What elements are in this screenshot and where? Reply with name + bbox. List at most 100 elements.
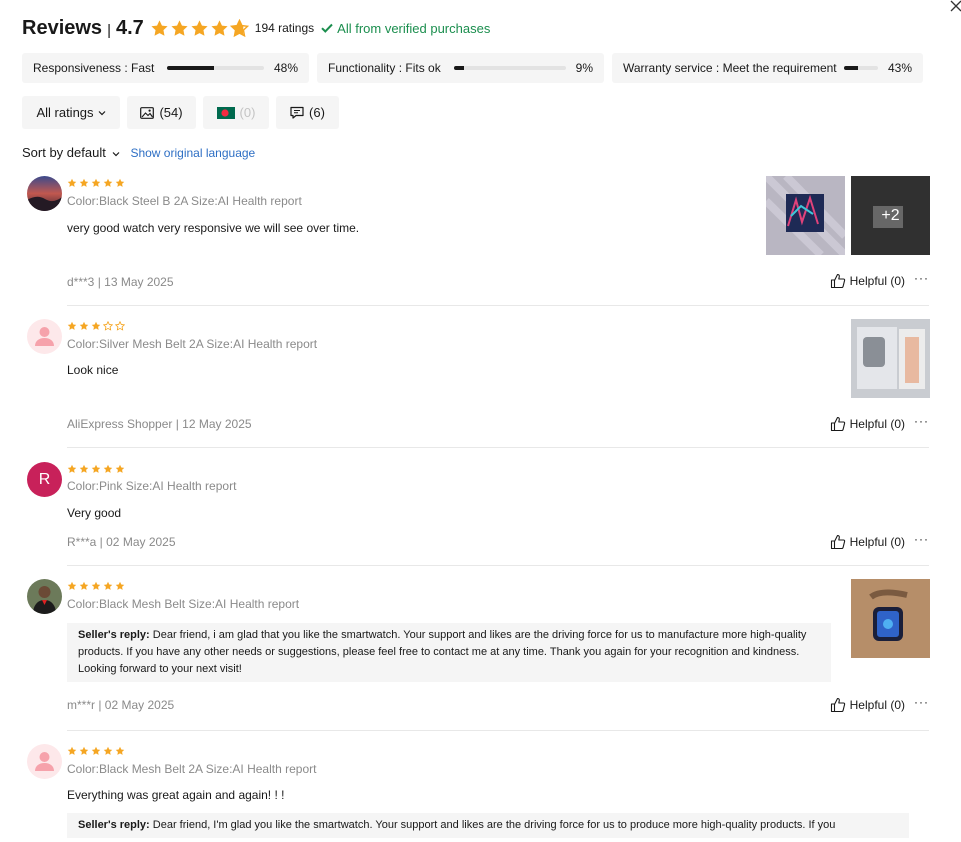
sort-bar: Sort by default Show original language — [22, 145, 255, 160]
review-item: Color:Black Steel B 2A Size:AI Health re… — [22, 174, 930, 292]
more-options-icon[interactable]: ··· — [914, 271, 929, 285]
helpful-label: Helpful (0) — [849, 698, 905, 712]
metric-warranty: Warranty service : Meet the requirement … — [612, 53, 923, 83]
review-photo[interactable] — [851, 319, 930, 398]
helpful-button[interactable]: Helpful (0) — [830, 697, 905, 713]
sort-dropdown[interactable]: Sort by default — [22, 145, 120, 160]
review-photo-more[interactable]: +2 — [851, 176, 930, 255]
review-photo[interactable] — [851, 579, 930, 658]
helpful-button[interactable]: Helpful (0) — [830, 534, 905, 550]
more-options-icon[interactable]: ··· — [914, 695, 929, 709]
helpful-label: Helpful (0) — [849, 417, 905, 431]
review-meta: R***a | 02 May 2025 — [67, 535, 176, 549]
metric-bar — [843, 66, 878, 70]
sort-label: Sort by default — [22, 145, 106, 160]
half-star-icon — [230, 19, 249, 38]
show-original-language-link[interactable]: Show original language — [130, 146, 255, 160]
helpful-label: Helpful (0) — [849, 535, 905, 549]
star-icon — [79, 178, 89, 188]
metric-functionality: Functionality : Fits ok 9% — [317, 53, 604, 83]
star-icon — [170, 19, 189, 38]
star-icon — [79, 321, 89, 331]
verified-text: All from verified purchases — [337, 20, 491, 36]
comments-filter[interactable]: (6) — [276, 96, 339, 129]
average-score: 4.7 — [115, 16, 144, 39]
metric-bar — [167, 66, 264, 70]
more-options-icon[interactable]: ··· — [914, 532, 929, 546]
default-avatar-icon — [27, 319, 62, 354]
avatar: R — [27, 462, 62, 497]
seller-reply-text: Dear friend, i am glad that you like the… — [78, 629, 807, 675]
title-separator: | — [107, 21, 111, 39]
photos-count: (54) — [159, 105, 183, 120]
average-stars — [150, 19, 249, 38]
rating-metrics: Responsiveness : Fast 48% Functionality … — [22, 53, 923, 83]
review-stars — [67, 581, 125, 591]
close-icon[interactable] — [944, 0, 961, 18]
star-icon — [67, 321, 77, 331]
seller-reply: Seller's reply: Dear friend, i am glad t… — [67, 623, 831, 682]
comments-count: (6) — [309, 105, 325, 120]
review-item: R Color:Pink Size:AI Health report Very … — [22, 460, 929, 555]
metric-percent: 48% — [273, 61, 298, 75]
divider — [67, 730, 929, 731]
star-icon — [91, 178, 101, 188]
default-avatar-icon — [27, 744, 62, 779]
checkmark-icon — [321, 23, 333, 33]
review-attributes: Color:Silver Mesh Belt 2A Size:AI Health… — [67, 337, 318, 351]
helpful-button[interactable]: Helpful (0) — [830, 416, 905, 432]
divider — [67, 305, 929, 306]
more-photos-count: +2 — [881, 206, 900, 224]
star-icon — [91, 581, 101, 591]
avatar — [27, 579, 62, 614]
star-icon — [210, 19, 229, 38]
review-stars — [67, 464, 125, 474]
metric-bar-fill — [167, 66, 214, 70]
reviews-title: Reviews — [22, 16, 103, 39]
star-icon — [91, 746, 101, 756]
review-stars — [67, 746, 125, 756]
metric-percent: 43% — [887, 61, 912, 75]
review-text: Look nice — [67, 363, 119, 377]
metric-label: Responsiveness : Fast — [33, 61, 155, 75]
verified-purchases: All from verified purchases — [321, 21, 490, 36]
review-photo[interactable] — [766, 176, 845, 255]
star-icon — [79, 746, 89, 756]
review-meta: AliExpress Shopper | 12 May 2025 — [67, 417, 252, 431]
photos-filter[interactable]: (54) — [127, 96, 196, 129]
review-attributes: Color:Pink Size:AI Health report — [67, 479, 237, 493]
metric-label: Warranty service : Meet the requirement — [623, 61, 837, 75]
all-ratings-filter[interactable]: All ratings — [22, 96, 120, 129]
empty-star-icon — [115, 321, 125, 331]
review-attributes: Color:Black Mesh Belt 2A Size:AI Health … — [67, 762, 317, 776]
star-icon — [103, 746, 113, 756]
thumbs-up-icon — [830, 697, 845, 713]
metric-percent: 9% — [575, 61, 593, 75]
metric-responsiveness: Responsiveness : Fast 48% — [22, 53, 309, 83]
helpful-button[interactable]: Helpful (0) — [830, 273, 905, 289]
star-icon — [79, 464, 89, 474]
review-stars — [67, 178, 125, 188]
review-attributes: Color:Black Steel B 2A Size:AI Health re… — [67, 194, 302, 208]
star-icon — [91, 464, 101, 474]
review-item: Color:Black Mesh Belt Size:AI Health rep… — [22, 577, 930, 717]
review-meta: m***r | 02 May 2025 — [67, 698, 175, 712]
metric-bar-fill — [843, 66, 859, 70]
image-icon — [140, 106, 155, 119]
star-icon — [91, 321, 101, 331]
star-icon — [190, 19, 209, 38]
review-item: Color:Black Mesh Belt 2A Size:AI Health … — [22, 742, 929, 842]
country-filter[interactable]: (0) — [203, 96, 269, 129]
review-text: Very good — [67, 506, 122, 520]
metric-bar-fill — [453, 66, 464, 70]
review-text: very good watch very responsive we will … — [67, 221, 360, 235]
star-icon — [103, 178, 113, 188]
star-icon — [103, 581, 113, 591]
filter-bar: All ratings (54) (0) (6) — [22, 96, 339, 129]
more-options-icon[interactable]: ··· — [914, 414, 929, 428]
review-item: Color:Silver Mesh Belt 2A Size:AI Health… — [22, 317, 930, 435]
star-icon — [67, 464, 77, 474]
star-icon — [115, 581, 125, 591]
thumbs-up-icon — [830, 273, 845, 289]
bangladesh-flag-icon — [216, 106, 235, 119]
